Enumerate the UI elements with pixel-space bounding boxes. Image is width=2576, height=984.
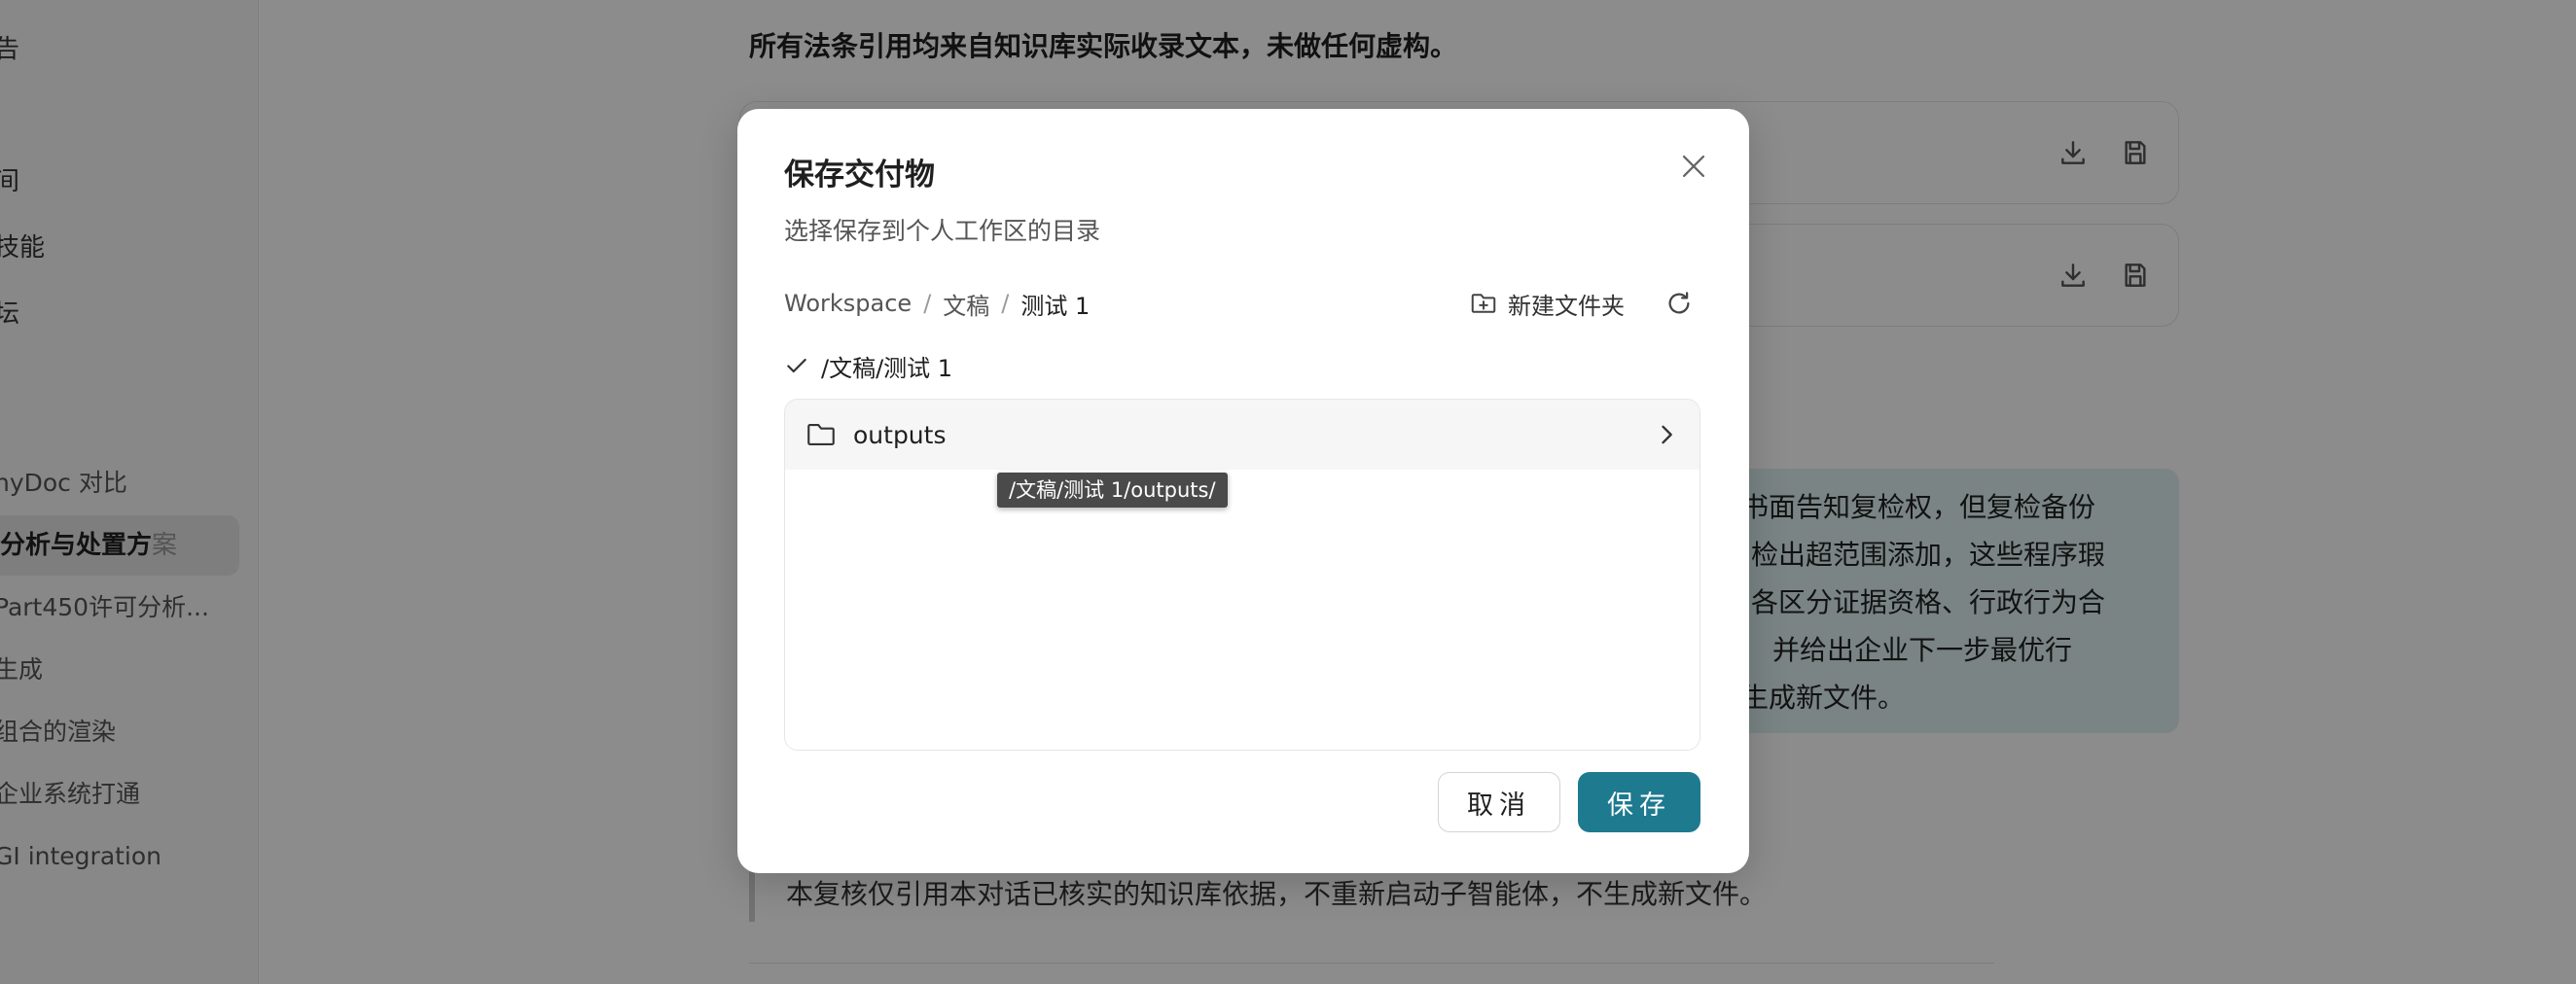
dialog-subtitle: 选择保存到个人工作区的目录 [784,217,1101,245]
save-deliverable-dialog: 保存交付物 选择保存到个人工作区的目录 Workspace / 文稿 / 测试 … [737,109,1749,873]
path-tooltip: /文稿/测试 1/outputs/ [997,473,1228,508]
selected-path-text: /文稿/测试 1 [821,354,953,382]
breadcrumb-item-current[interactable]: 测试 1 [1020,287,1090,321]
refresh-icon [1664,289,1694,318]
folder-plus-icon [1469,289,1508,318]
chevron-right-icon[interactable] [1653,421,1680,448]
check-icon [784,353,821,378]
breadcrumb-item-documents[interactable]: 文稿 [943,287,989,321]
close-button[interactable] [1669,144,1718,193]
folder-name: outputs [853,420,947,449]
breadcrumb-separator: / [923,290,932,317]
folder-item[interactable]: outputs [785,400,1699,470]
close-icon [1677,150,1710,187]
refresh-button[interactable] [1660,284,1699,323]
new-folder-label: 新建文件夹 [1508,292,1625,320]
breadcrumb-separator: / [1001,290,1010,317]
dialog-title: 保存交付物 [784,158,935,193]
folder-list: outputs [784,399,1700,751]
new-folder-button[interactable]: 新建文件夹 [1469,284,1625,323]
breadcrumb-item-workspace[interactable]: Workspace [784,290,912,317]
save-button[interactable]: 保存 [1578,772,1700,832]
cancel-button[interactable]: 取消 [1438,772,1560,832]
selected-path: /文稿/测试 1 [784,346,952,385]
folder-icon [805,418,838,451]
breadcrumb: Workspace / 文稿 / 测试 1 [784,284,1090,323]
